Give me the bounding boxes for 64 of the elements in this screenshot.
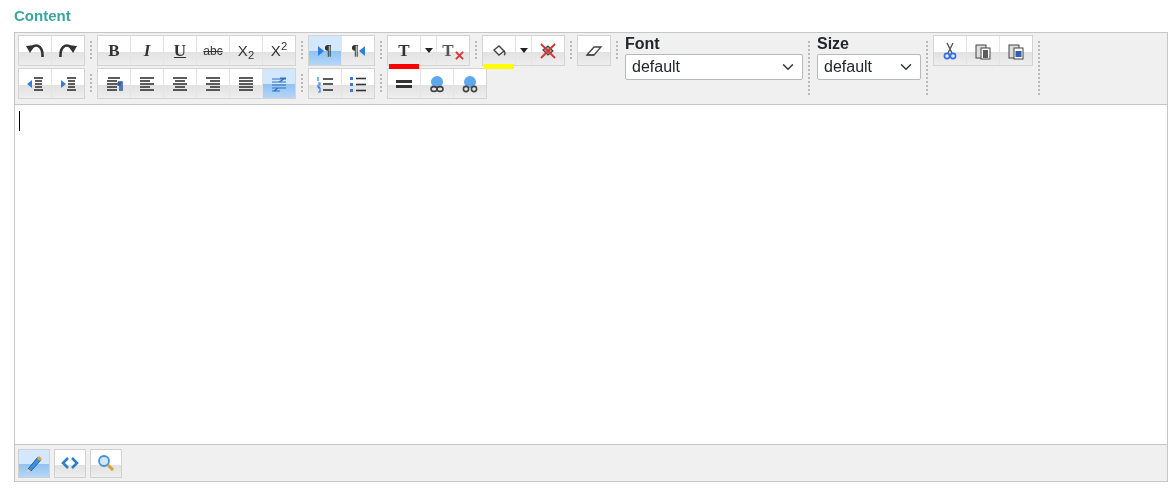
clear-format-button[interactable] [578, 36, 610, 65]
remove-text-color-button[interactable]: T [437, 36, 469, 65]
superscript-button[interactable]: X$^{2}$ [263, 36, 295, 65]
left-triangle-icon [358, 45, 365, 56]
size-label: Size [817, 35, 850, 53]
justify-blocks-icon [270, 74, 288, 93]
color-dropdown-button[interactable] [516, 36, 531, 65]
paste-button[interactable] [967, 36, 999, 65]
bullet-list-icon [349, 74, 367, 93]
strikethrough-button[interactable]: abc [197, 36, 229, 65]
text-caret [19, 111, 20, 131]
globe-chain-icon [428, 74, 446, 93]
undo-arrow-icon [26, 41, 44, 60]
dropdown-caret-icon [519, 48, 528, 53]
align-right-button[interactable] [197, 69, 229, 98]
clipboard-document-icon [1007, 41, 1025, 60]
align-center-button[interactable] [164, 69, 196, 98]
align-justify-icon [237, 74, 255, 93]
right-to-left-button[interactable]: ¶ [342, 36, 374, 65]
align-center-icon [171, 74, 189, 93]
outdent-icon [26, 74, 44, 93]
section-title: Content [14, 6, 72, 26]
redo-button[interactable] [52, 36, 84, 65]
dropdown-caret-icon [424, 48, 433, 53]
indent-icon [59, 74, 77, 93]
outdent-button[interactable] [19, 69, 51, 98]
underline-button[interactable]: U [164, 36, 196, 65]
insert-link-button[interactable] [421, 69, 453, 98]
cross-icon [454, 51, 464, 60]
left-to-right-button[interactable]: ¶ [309, 36, 341, 65]
redo-arrow-icon [59, 41, 77, 60]
globe-broken-chain-icon [461, 74, 479, 93]
italic-button[interactable]: I [131, 36, 163, 65]
remove-link-button[interactable] [454, 69, 486, 98]
html-mode-button[interactable] [54, 448, 86, 478]
design-mode-button[interactable] [18, 448, 50, 478]
cut-button[interactable] [934, 36, 966, 65]
preview-mode-button[interactable] [90, 448, 122, 478]
paint-bucket-crossed-icon [539, 41, 557, 60]
align-left-icon [138, 74, 156, 93]
undo-button[interactable] [19, 36, 51, 65]
font-label: Font [625, 35, 661, 53]
scissors-icon [941, 41, 959, 60]
pencil-icon [25, 454, 43, 472]
numbered-list-button[interactable] [309, 69, 341, 98]
subscript-button[interactable]: X$_{2}$ [230, 36, 262, 65]
right-triangle-icon [318, 45, 325, 56]
horizontal-rule-button[interactable] [388, 69, 420, 98]
bold-button[interactable]: B [98, 36, 130, 65]
paragraph-align-icon [105, 74, 123, 93]
align-left-button[interactable] [131, 69, 163, 98]
align-right-icon [204, 74, 222, 93]
justify-button[interactable] [230, 69, 262, 98]
paste-from-word-button[interactable] [1000, 36, 1032, 65]
align-paragraph-button[interactable] [98, 69, 130, 98]
clipboard-icon [974, 41, 992, 60]
remove-highlight-button[interactable] [532, 36, 564, 65]
bullet-list-button[interactable] [342, 69, 374, 98]
size-select[interactable]: default [817, 54, 921, 80]
color-dropdown-button[interactable] [421, 36, 436, 65]
indent-button[interactable] [52, 69, 84, 98]
magnifier-icon [97, 454, 115, 472]
font-select[interactable]: default [625, 54, 803, 80]
numbered-list-icon [316, 74, 334, 93]
